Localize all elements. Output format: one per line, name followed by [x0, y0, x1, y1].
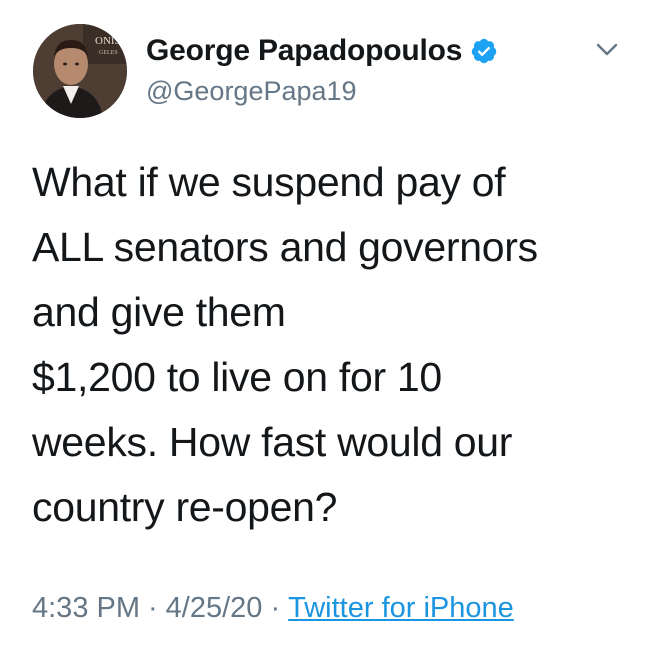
chevron-down-icon[interactable] [595, 40, 619, 60]
display-name[interactable]: George Papadopoulos [146, 34, 462, 68]
tweet-source-link[interactable]: Twitter for iPhone [288, 592, 514, 625]
tweet-line: $1,200 to live on for 10 [32, 354, 442, 400]
avatar-backdrop-text: ONIST [95, 35, 127, 47]
tweet-date[interactable]: 4/25/20 [166, 592, 263, 625]
name-row: George Papadopoulos [146, 34, 498, 68]
tweet-card: ONIST GELES George Papadopoulos @GeorgeP… [0, 0, 650, 650]
avatar-photo: ONIST GELES [33, 24, 127, 118]
avatar[interactable]: ONIST GELES [33, 24, 127, 118]
tweet-line: country re-open? [32, 484, 338, 530]
verified-badge-icon [471, 38, 497, 64]
tweet-meta: 4:33 PM · 4/25/20 · Twitter for iPhone [32, 592, 514, 625]
tweet-line: What if we suspend pay of [32, 159, 506, 205]
tweet-line: weeks. How fast would our [32, 419, 513, 465]
user-handle[interactable]: @GeorgePapa19 [146, 76, 357, 107]
meta-separator: · [148, 592, 158, 624]
avatar-backdrop-subtext: GELES [99, 50, 118, 56]
tweet-text: What if we suspend pay of ALL senators a… [32, 150, 632, 540]
tweet-line: ALL senators and governors [32, 224, 538, 270]
tweet-time[interactable]: 4:33 PM [32, 592, 140, 625]
meta-separator: · [270, 592, 281, 624]
tweet-line: and give them [32, 289, 286, 335]
